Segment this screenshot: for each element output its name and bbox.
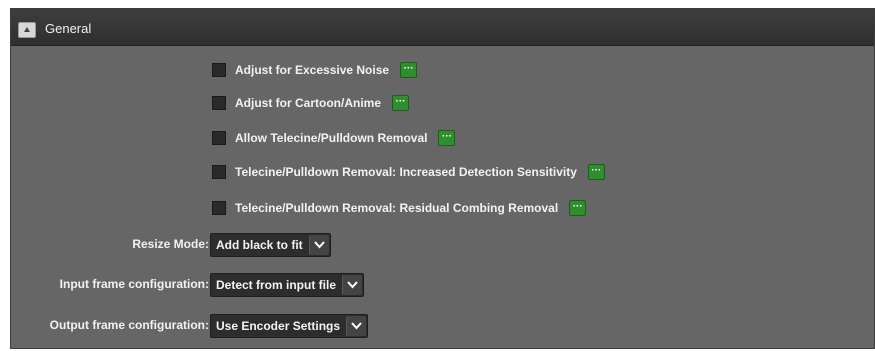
input-frame-select[interactable]: Detect from input file — [210, 273, 365, 297]
output-frame-select[interactable]: Use Encoder Settings — [210, 314, 369, 338]
more-options-button[interactable]: ··· — [587, 164, 605, 180]
checkbox-telecine-sensitivity[interactable] — [212, 165, 226, 179]
collapse-up-icon — [24, 27, 30, 32]
input-frame-row: Input frame configuration: Detect from i… — [11, 273, 391, 297]
checkbox-label: Adjust for Excessive Noise — [235, 63, 390, 77]
panel-header[interactable]: General — [11, 9, 874, 46]
output-frame-row: Output frame configuration: Use Encoder … — [11, 314, 391, 338]
checkbox-excessive-noise[interactable] — [212, 63, 226, 77]
ellipsis-icon: ··· — [572, 201, 583, 212]
input-frame-label: Input frame configuration: — [59, 277, 209, 291]
chevron-down-icon[interactable] — [308, 235, 329, 255]
ellipsis-icon: ··· — [403, 63, 414, 74]
option-telecine-combing: Telecine/Pulldown Removal: Residual Comb… — [212, 198, 587, 218]
more-options-button[interactable]: ··· — [392, 95, 409, 111]
chevron-down-icon[interactable] — [346, 316, 367, 336]
more-options-button[interactable]: ··· — [400, 62, 418, 78]
checkbox-label: Allow Telecine/Pulldown Removal — [235, 131, 428, 145]
more-options-button[interactable]: ··· — [569, 200, 587, 216]
ellipsis-icon: ··· — [395, 96, 406, 107]
checkbox-label: Telecine/Pulldown Removal: Residual Comb… — [235, 201, 559, 215]
general-panel: General Adjust for Excessive Noise ··· A… — [10, 8, 875, 349]
ellipsis-icon: ··· — [591, 165, 602, 176]
resize-mode-value: Add black to fit — [216, 238, 303, 252]
option-excessive-noise: Adjust for Excessive Noise ··· — [212, 60, 418, 80]
checkbox-cartoon-anime[interactable] — [212, 96, 226, 110]
option-cartoon-anime: Adjust for Cartoon/Anime ··· — [212, 93, 409, 113]
resize-mode-label: Resize Mode: — [132, 237, 209, 251]
collapse-button[interactable] — [18, 22, 36, 38]
checkbox-label: Telecine/Pulldown Removal: Increased Det… — [235, 165, 577, 179]
checkbox-allow-telecine[interactable] — [212, 131, 226, 145]
option-telecine-sensitivity: Telecine/Pulldown Removal: Increased Det… — [212, 162, 605, 182]
chevron-down-icon[interactable] — [342, 275, 363, 295]
resize-mode-row: Resize Mode: Add black to fit — [11, 233, 391, 257]
checkbox-label: Adjust for Cartoon/Anime — [235, 96, 381, 110]
checkbox-telecine-combing[interactable] — [212, 201, 226, 215]
resize-mode-select[interactable]: Add black to fit — [210, 233, 331, 257]
ellipsis-icon: ··· — [441, 131, 452, 142]
more-options-button[interactable]: ··· — [438, 130, 456, 146]
output-frame-label: Output frame configuration: — [49, 318, 209, 332]
panel-title: General — [45, 21, 92, 36]
output-frame-value: Use Encoder Settings — [216, 319, 341, 333]
input-frame-value: Detect from input file — [216, 278, 337, 292]
option-allow-telecine: Allow Telecine/Pulldown Removal ··· — [212, 128, 456, 148]
